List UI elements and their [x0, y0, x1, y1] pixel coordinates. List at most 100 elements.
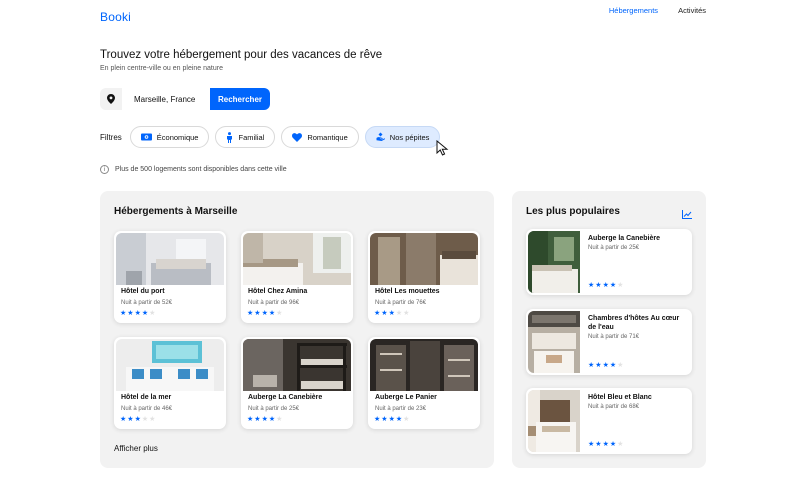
- main-nav: Hébergements Activités: [609, 6, 706, 18]
- accommodation-card[interactable]: Hôtel Les mouettes Nuit à partir de 76€ …: [368, 231, 480, 323]
- filters-label: Filtres: [100, 132, 122, 142]
- popular-card[interactable]: Chambres d'hôtes Au cœur de l'eau Nuit à…: [526, 309, 692, 375]
- star-icon: ★: [388, 310, 395, 317]
- accommodation-price: Nuit à partir de 96€: [248, 300, 300, 306]
- star-icon: ★: [120, 310, 127, 317]
- accommodation-price: Nuit à partir de 23€: [375, 406, 427, 412]
- accommodation-photo: [370, 233, 478, 285]
- star-icon: ★: [602, 441, 609, 448]
- star-empty-icon: ★: [141, 416, 149, 423]
- show-more-link[interactable]: Afficher plus: [114, 444, 158, 453]
- popular-title: Les plus populaires: [526, 206, 620, 217]
- cursor-icon: [436, 139, 450, 161]
- star-empty-icon: ★: [149, 310, 156, 317]
- star-icon: ★: [127, 416, 134, 423]
- star-icon: ★: [595, 362, 602, 369]
- page-subtitle: En plein centre-ville ou en pleine natur…: [100, 65, 223, 72]
- info-icon: i: [100, 165, 109, 174]
- star-icon: ★: [602, 362, 609, 369]
- accommodation-photo: [243, 339, 351, 391]
- popular-price: Nuit à partir de 68€: [588, 404, 640, 410]
- accommodation-card[interactable]: Hôtel du port Nuit à partir de 52€ ★ ★ ★ ★ ★: [114, 231, 226, 323]
- accommodation-card[interactable]: Hôtel de la mer Nuit à partir de 46€ ★ ★ ★…: [114, 337, 226, 429]
- filters-bar: Filtres Économique Familial Romantique N…: [100, 126, 441, 148]
- filter-nos-pepites[interactable]: Nos pépites: [364, 126, 441, 148]
- rating-stars: ★ ★ ★ ★ ★: [247, 416, 282, 423]
- star-icon: ★: [395, 416, 403, 423]
- star-icon: ★: [602, 282, 609, 289]
- accommodation-card[interactable]: Auberge Le Panier Nuit à partir de 23€ ★…: [368, 337, 480, 429]
- trend-chart-icon: [682, 206, 692, 224]
- accommodation-name: Hôtel Les mouettes: [375, 288, 440, 295]
- accommodations-panel: Hébergements à Marseille Hôtel du port N…: [100, 191, 494, 468]
- filter-romantique[interactable]: Romantique: [281, 126, 359, 148]
- accommodation-photo: [116, 233, 224, 285]
- star-icon: ★: [247, 416, 254, 423]
- star-icon: ★: [609, 362, 617, 369]
- accommodation-name: Auberge Le Panier: [375, 394, 437, 401]
- star-icon: ★: [261, 416, 268, 423]
- star-icon: ★: [268, 416, 276, 423]
- star-icon: ★: [134, 310, 141, 317]
- star-icon: ★: [374, 310, 381, 317]
- star-empty-icon: ★: [403, 310, 410, 317]
- accommodation-card[interactable]: Auberge La Canebière Nuit à partir de 25…: [241, 337, 353, 429]
- nav-link-activites[interactable]: Activités: [678, 6, 706, 18]
- popular-card[interactable]: Auberge la Canebière Nuit à partir de 25…: [526, 229, 692, 295]
- accommodation-price: Nuit à partir de 52€: [121, 300, 173, 306]
- money-icon: [140, 133, 152, 141]
- star-icon: ★: [588, 282, 595, 289]
- star-empty-icon: ★: [617, 282, 624, 289]
- accommodation-price: Nuit à partir de 25€: [248, 406, 300, 412]
- accommodation-price: Nuit à partir de 46€: [121, 406, 173, 412]
- accommodation-photo: [116, 339, 224, 391]
- filter-label: Nos pépites: [389, 132, 430, 142]
- person-icon: [226, 131, 233, 143]
- rating-stars: ★ ★ ★ ★ ★: [120, 310, 155, 317]
- accommodation-card[interactable]: Hôtel Chez Amina Nuit à partir de 96€ ★ ★…: [241, 231, 353, 323]
- star-empty-icon: ★: [617, 441, 624, 448]
- accommodation-name: Auberge La Canebière: [248, 394, 323, 401]
- rating-stars: ★ ★ ★ ★ ★: [588, 282, 623, 289]
- accommodation-photo: [243, 233, 351, 285]
- star-icon: ★: [381, 310, 388, 317]
- popular-name: Chambres d'hôtes Au cœur de l'eau: [588, 315, 680, 331]
- star-icon: ★: [254, 310, 261, 317]
- popular-card[interactable]: Hôtel Bleu et Blanc Nuit à partir de 68€…: [526, 388, 692, 454]
- star-empty-icon: ★: [395, 310, 403, 317]
- info-text: Plus de 500 logements sont disponibles d…: [115, 166, 287, 173]
- popular-photo: [528, 311, 580, 373]
- accommodation-name: Hôtel du port: [121, 288, 165, 295]
- star-icon: ★: [134, 416, 141, 423]
- filter-economique[interactable]: Économique: [129, 126, 210, 148]
- star-empty-icon: ★: [276, 416, 283, 423]
- star-icon: ★: [141, 310, 149, 317]
- star-icon: ★: [120, 416, 127, 423]
- star-icon: ★: [595, 282, 602, 289]
- page-title: Trouvez votre hébergement pour des vacan…: [100, 49, 383, 61]
- search-input[interactable]: [122, 88, 210, 110]
- heart-icon: [292, 132, 303, 142]
- nav-link-hebergements[interactable]: Hébergements: [609, 6, 658, 18]
- star-icon: ★: [588, 362, 595, 369]
- accommodation-name: Hôtel Chez Amina: [248, 288, 308, 295]
- logo[interactable]: Booki: [100, 10, 131, 24]
- star-icon: ★: [381, 416, 388, 423]
- star-icon: ★: [609, 282, 617, 289]
- rating-stars: ★ ★ ★ ★ ★: [588, 441, 623, 448]
- star-icon: ★: [268, 310, 276, 317]
- star-empty-icon: ★: [617, 362, 624, 369]
- star-icon: ★: [609, 441, 617, 448]
- popular-price: Nuit à partir de 71€: [588, 334, 640, 340]
- rating-stars: ★ ★ ★ ★ ★: [374, 310, 409, 317]
- filter-familial[interactable]: Familial: [215, 126, 276, 148]
- gem-hand-icon: [376, 132, 385, 142]
- star-icon: ★: [247, 310, 254, 317]
- accommodation-price: Nuit à partir de 76€: [375, 300, 427, 306]
- popular-photo: [528, 231, 580, 293]
- star-empty-icon: ★: [403, 416, 410, 423]
- filter-label: Romantique: [307, 132, 348, 142]
- search-button[interactable]: Rechercher: [210, 88, 270, 110]
- popular-photo: [528, 390, 580, 452]
- popular-price: Nuit à partir de 25€: [588, 245, 640, 251]
